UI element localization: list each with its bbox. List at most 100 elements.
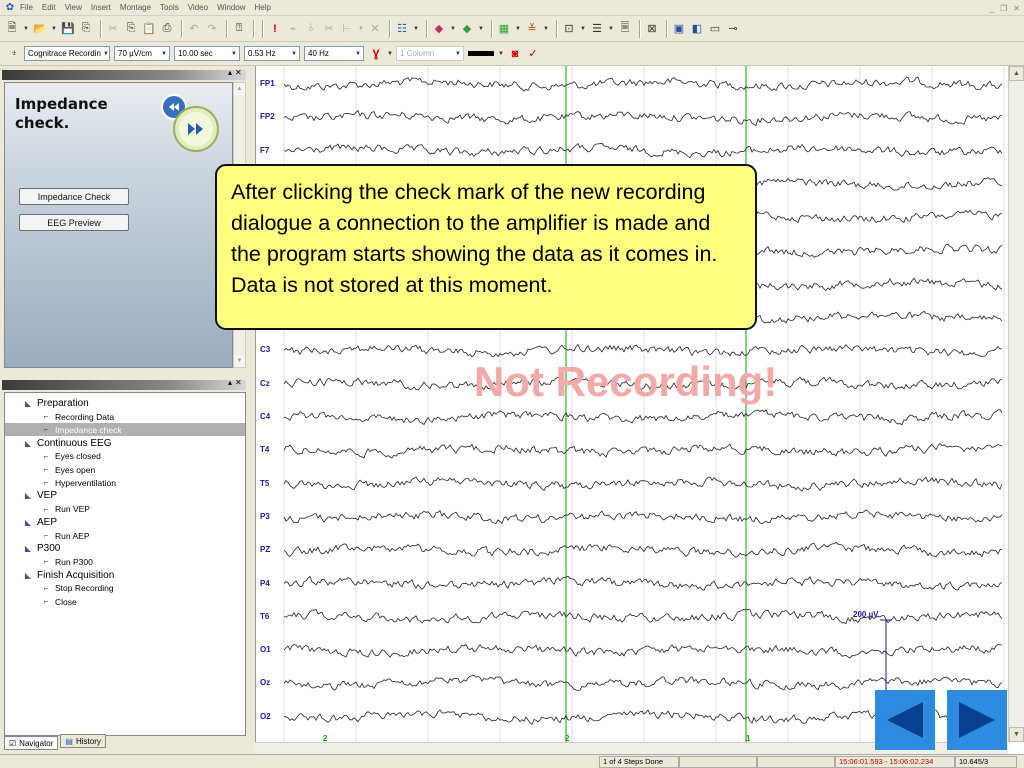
segment-icon[interactable]: ⊢ — [339, 20, 355, 38]
delete-icon[interactable]: ✕ — [367, 20, 383, 38]
cut-segment-icon[interactable]: ✂ — [321, 20, 337, 38]
chevron-down-icon: ▼ — [161, 50, 167, 57]
columns-select[interactable]: 1 Column ▼ — [396, 46, 464, 61]
tree-step-item[interactable]: ⌐ Run P300 — [5, 555, 93, 568]
chevron-down-icon[interactable]: ▼ — [497, 45, 505, 63]
tree-step-item[interactable]: ⌐ Close — [5, 595, 77, 608]
chevron-down-icon[interactable]: ▼ — [579, 20, 587, 38]
tab-navigator[interactable]: ☑ Navigator — [4, 736, 59, 750]
marker-icon[interactable]: ⌁ — [285, 20, 301, 38]
paste-icon[interactable]: 📋 — [141, 20, 157, 38]
scroll-down-icon[interactable]: ▼ — [1009, 727, 1024, 742]
panel-controls[interactable]: ▴✕ — [228, 378, 245, 387]
cut-icon[interactable]: ✂ — [105, 20, 121, 38]
tree-step-item[interactable]: ⌐ Hyperventilation — [5, 476, 116, 489]
channels-icon[interactable]: ▦ — [496, 20, 512, 38]
tree-step-item[interactable]: ⌐ Run VEP — [5, 503, 90, 516]
notch-filter-icon[interactable]: Ɣ — [368, 45, 384, 63]
channel-label: T6 — [260, 611, 270, 621]
tree-item-label: VEP — [37, 490, 58, 502]
scroll-up-icon[interactable]: ▲ — [1009, 66, 1024, 81]
montage-icon[interactable]: ☷ — [394, 20, 410, 38]
menu-video[interactable]: Video — [188, 0, 208, 16]
undo-icon[interactable]: ↶ — [186, 20, 202, 38]
tree-group-item[interactable]: ◣ P300 — [5, 542, 60, 555]
chevron-down-icon[interactable]: ▼ — [542, 20, 550, 38]
eeg-trace — [283, 608, 1003, 625]
check-mark-icon[interactable]: ✓ — [525, 45, 541, 63]
help-icon[interactable]: ⍰ — [231, 20, 247, 38]
tree-group-item[interactable]: ◣ Preparation — [5, 397, 89, 410]
layout-icon[interactable]: ☰ — [589, 20, 605, 38]
fast-forward-icon[interactable] — [160, 93, 222, 155]
chevron-down-icon[interactable]: ▼ — [449, 20, 457, 38]
timebase-select[interactable]: 10.00 sec ▼ — [174, 46, 240, 61]
previous-slide-button[interactable] — [875, 690, 935, 750]
record-icon[interactable]: ◙ — [507, 45, 523, 63]
tab-history[interactable]: ▤ History — [60, 734, 106, 748]
menu-help[interactable]: Help — [255, 0, 271, 16]
redo-icon[interactable]: ↷ — [204, 20, 220, 38]
menu-insert[interactable]: Insert — [91, 0, 111, 16]
eeg-preview-button[interactable]: EEG Preview — [19, 214, 129, 231]
lowpass-select[interactable]: 40 Hz ▼ — [304, 46, 364, 61]
montage-select[interactable]: Cognitrace Recordin ▼ — [24, 46, 110, 61]
tree-step-item[interactable]: ⌐ Eyes open — [5, 463, 96, 476]
chevron-down-icon[interactable]: ▼ — [386, 45, 394, 63]
tree-step-item[interactable]: ⌐ Eyes closed — [5, 450, 101, 463]
scroll-down-icon[interactable]: ▼ — [234, 355, 245, 367]
screen-icon[interactable]: ⊡ — [561, 20, 577, 38]
tree-step-item[interactable]: ⌐ Stop Recording — [5, 582, 114, 595]
eeg-vertical-scrollbar[interactable]: ▲ ▼ — [1008, 66, 1024, 742]
electrode-icon[interactable]: ◆ — [431, 20, 447, 38]
fit-icon[interactable]: ⊠ — [644, 20, 660, 38]
save-icon[interactable]: 💾 — [60, 20, 76, 38]
filter-icon[interactable]: ≚ — [524, 20, 540, 38]
chevron-down-icon[interactable]: ▼ — [412, 20, 420, 38]
impedance-check-button[interactable]: Impedance Check — [19, 188, 129, 205]
menu-edit[interactable]: Edit — [42, 0, 56, 16]
electrode-green-icon[interactable]: ◆ — [459, 20, 475, 38]
open-folder-icon[interactable]: 📂 — [32, 20, 48, 38]
minimize-icon[interactable]: _ — [990, 4, 994, 13]
new-document-icon[interactable]: 🗎 — [4, 20, 20, 38]
sensitivity-select[interactable]: 70 µV/cm ▼ — [114, 46, 170, 61]
print-icon[interactable]: ⎙ — [159, 20, 175, 38]
view-double-icon[interactable]: ◧ — [689, 20, 705, 38]
pin-toolbar-icon[interactable]: ⍖ — [6, 45, 22, 63]
tree-item-label: Preparation — [37, 398, 89, 409]
tree-group-item[interactable]: ◣ VEP — [5, 489, 57, 502]
report-icon[interactable]: 🗏 — [617, 20, 633, 38]
chevron-down-icon[interactable]: ▼ — [607, 20, 615, 38]
chevron-down-icon[interactable]: ▼ — [357, 20, 365, 38]
chevron-down-icon[interactable]: ▼ — [50, 20, 58, 38]
menu-window[interactable]: Window — [217, 0, 245, 16]
menu-montage[interactable]: Montage — [120, 0, 151, 16]
link-icon[interactable]: ⊸ — [725, 20, 741, 38]
view-single-icon[interactable]: ▣ — [671, 20, 687, 38]
tree-step-item[interactable]: ⌐ Run AEP — [5, 529, 90, 542]
copy-icon[interactable]: ⎘ — [123, 20, 139, 38]
close-icon[interactable]: ✕ — [1013, 4, 1020, 13]
chevron-down-icon[interactable]: ▼ — [514, 20, 522, 38]
tree-step-item[interactable]: ⌐ Recording Data — [5, 410, 114, 423]
chevron-down-icon[interactable]: ▼ — [22, 20, 30, 38]
tree-group-item[interactable]: ◣ Continuous EEG — [5, 437, 112, 450]
scroll-up-icon[interactable]: ▲ — [234, 83, 245, 95]
view-window-icon[interactable]: ▭ — [707, 20, 723, 38]
restore-icon[interactable]: ❐ — [1000, 4, 1007, 13]
menu-tools[interactable]: Tools — [160, 0, 179, 16]
menu-view[interactable]: View — [65, 0, 82, 16]
save-all-icon[interactable]: ⎘ — [78, 20, 94, 38]
highpass-select[interactable]: 0.53 Hz ▼ — [244, 46, 300, 61]
tree-step-item[interactable]: ⌐ Impedance check — [5, 423, 245, 437]
menu-file[interactable]: File — [20, 0, 33, 16]
line-color-swatch[interactable] — [468, 51, 494, 56]
tree-group-item[interactable]: ◣ Finish Acquisition — [5, 569, 114, 582]
panel-controls[interactable]: ▴✕ — [228, 68, 245, 77]
alert-icon[interactable]: ! — [267, 20, 283, 38]
next-slide-button[interactable] — [947, 690, 1007, 750]
chevron-down-icon[interactable]: ▼ — [477, 20, 485, 38]
pin-icon[interactable]: ⫰ — [303, 20, 319, 38]
tree-group-item[interactable]: ◣ AEP — [5, 516, 57, 529]
